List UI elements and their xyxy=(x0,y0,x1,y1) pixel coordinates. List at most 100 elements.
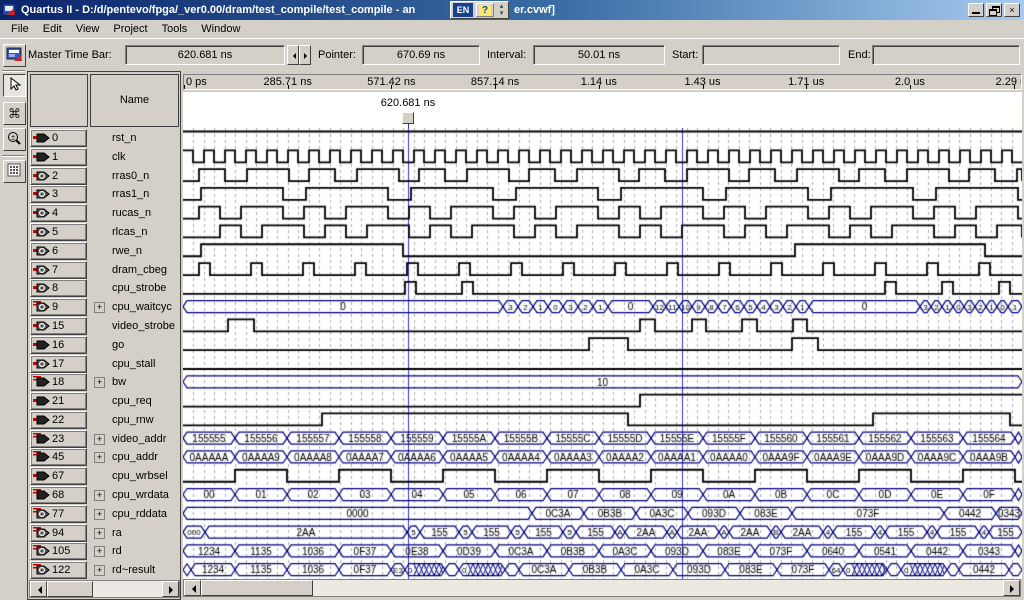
expand-icon[interactable]: + xyxy=(94,377,105,388)
signal-number: 23 xyxy=(52,433,64,445)
waveform-hscrollbar[interactable] xyxy=(183,579,1021,597)
expand-icon[interactable]: + xyxy=(94,490,105,501)
signal-row-rd[interactable]: 105+rd xyxy=(28,542,180,561)
signal-number: 21 xyxy=(52,395,64,407)
expand-icon[interactable]: + xyxy=(94,565,105,576)
expand-icon[interactable]: + xyxy=(94,546,105,557)
signal-row-video_addr[interactable]: 23+video_addr xyxy=(28,430,180,449)
master-time-spin-right-icon[interactable] xyxy=(299,45,311,65)
signal-row-cpu_waitcyc[interactable]: 9+cpu_waitcyc xyxy=(28,298,180,317)
signal-row-rucas_n[interactable]: 4rucas_n xyxy=(28,204,180,223)
signal-row-cpu_strobe[interactable]: 8cpu_strobe xyxy=(28,279,180,298)
signal-badge[interactable]: 67 xyxy=(30,467,87,485)
expand-icon[interactable]: + xyxy=(94,302,105,313)
signal-row-cpu_rddata[interactable]: 77+cpu_rddata xyxy=(28,505,180,524)
signal-row-rras1_n[interactable]: 3rras1_n xyxy=(28,185,180,204)
scroll-left-icon[interactable] xyxy=(184,580,201,596)
name-panel-hscrollbar[interactable] xyxy=(29,580,180,598)
grid-tool-button[interactable] xyxy=(3,160,26,183)
signal-row-rras0_n[interactable]: 2rras0_n xyxy=(28,167,180,186)
signal-badge[interactable]: 7 xyxy=(30,261,87,279)
expand-icon[interactable]: + xyxy=(94,509,105,520)
signal-badge[interactable]: 8 xyxy=(30,279,87,297)
master-time-marker-handle[interactable] xyxy=(402,112,414,124)
expand-icon[interactable]: + xyxy=(94,434,105,445)
signal-row-cpu_wrbsel[interactable]: 67cpu_wrbsel xyxy=(28,467,180,486)
signal-badge[interactable]: 3 xyxy=(30,185,87,203)
signal-badge[interactable]: 1 xyxy=(30,148,87,166)
signal-badge[interactable]: 4 xyxy=(30,204,87,222)
edit-tool-button[interactable]: ⌘ xyxy=(3,102,26,125)
signal-row-cpu_req[interactable]: 21cpu_req xyxy=(28,392,180,411)
signal-badge[interactable]: 23 xyxy=(30,430,87,448)
output-pin-icon xyxy=(33,207,50,219)
signal-badge[interactable]: 21 xyxy=(30,392,87,410)
zoom-tool-button[interactable]: ± xyxy=(3,128,26,151)
signal-badge[interactable]: 2 xyxy=(30,167,87,185)
signal-row-rwe_n[interactable]: 6rwe_n xyxy=(28,242,180,261)
scroll-thumb[interactable] xyxy=(47,581,93,597)
signal-badge[interactable]: 45 xyxy=(30,448,87,466)
signal-badge[interactable]: 105 xyxy=(30,542,87,560)
scroll-thumb[interactable] xyxy=(201,580,313,596)
signal-row-go[interactable]: 16go xyxy=(28,336,180,355)
signal-badge[interactable]: 94 xyxy=(30,524,87,542)
close-button[interactable]: × xyxy=(1004,3,1020,17)
menu-edit[interactable]: Edit xyxy=(36,21,69,37)
waveform-canvas[interactable] xyxy=(183,128,1022,579)
signal-row-cpu_rnw[interactable]: 22cpu_rnw xyxy=(28,411,180,430)
signal-row-video_strobe[interactable]: 15video_strobe xyxy=(28,317,180,336)
menu-view[interactable]: View xyxy=(69,21,107,37)
menu-file[interactable]: File xyxy=(4,21,36,37)
master-time-bar-field[interactable]: 620.681 ns xyxy=(125,45,285,65)
menu-project[interactable]: Project xyxy=(106,21,154,37)
output-pin-icon xyxy=(33,545,50,557)
signal-row-cpu_wrdata[interactable]: 68+cpu_wrdata xyxy=(28,486,180,505)
menu-window[interactable]: Window xyxy=(194,21,247,37)
start-field[interactable] xyxy=(702,45,840,65)
signal-badge[interactable]: 22 xyxy=(30,411,87,429)
signal-number: 7 xyxy=(52,264,58,276)
signal-badge[interactable]: 122 xyxy=(30,561,87,579)
signal-row-dram_cbeg[interactable]: 7dram_cbeg xyxy=(28,261,180,280)
langbar-grip[interactable]: ▴▾ xyxy=(497,3,506,17)
scroll-right-icon[interactable] xyxy=(162,581,179,597)
scroll-left-icon[interactable] xyxy=(30,581,47,597)
waveform-editor-button[interactable] xyxy=(3,44,26,67)
menu-tools[interactable]: Tools xyxy=(155,21,195,37)
signal-badge[interactable]: 18 xyxy=(30,373,87,391)
waveform-panel: 0 ps285.71 ns571.42 ns857.14 ns1.14 us1.… xyxy=(182,71,1024,600)
language-indicator[interactable]: EN xyxy=(453,3,473,17)
signal-row-cpu_stall[interactable]: 17cpu_stall xyxy=(28,355,180,374)
scroll-right-icon[interactable] xyxy=(1003,580,1020,596)
signal-badge[interactable]: 15 xyxy=(30,317,87,335)
end-field[interactable] xyxy=(872,45,1020,65)
selection-tool-button[interactable] xyxy=(3,74,26,97)
signal-row-clk[interactable]: 1clk xyxy=(28,148,180,167)
restore-button[interactable] xyxy=(986,3,1002,17)
signal-badge[interactable]: 0 xyxy=(30,129,87,147)
master-time-spin-left-icon[interactable] xyxy=(287,45,299,65)
minimize-button[interactable] xyxy=(968,3,984,17)
signal-row-rd~result[interactable]: 122+rd~result xyxy=(28,561,180,580)
signal-row-rlcas_n[interactable]: 5rlcas_n xyxy=(28,223,180,242)
master-time-marker-strip[interactable]: 620.681 ns xyxy=(183,92,1022,128)
master-time-marker-label: 620.681 ns xyxy=(348,97,468,109)
signal-number: 15 xyxy=(52,320,64,332)
signal-badge[interactable]: 77 xyxy=(30,505,87,523)
signal-badge[interactable]: 5 xyxy=(30,223,87,241)
expand-icon[interactable]: + xyxy=(94,452,105,463)
window-title-fragment: er.cvwf] xyxy=(514,0,555,20)
expand-icon[interactable]: + xyxy=(94,528,105,539)
signal-row-cpu_addr[interactable]: 45+cpu_addr xyxy=(28,448,180,467)
signal-badge[interactable]: 17 xyxy=(30,355,87,373)
timeline-ruler[interactable]: 0 ps285.71 ns571.42 ns857.14 ns1.14 us1.… xyxy=(183,74,1022,90)
signal-badge[interactable]: 68 xyxy=(30,486,87,504)
signal-row-bw[interactable]: 18+bw xyxy=(28,373,180,392)
signal-badge[interactable]: 6 xyxy=(30,242,87,260)
language-help-button[interactable]: ? xyxy=(476,3,494,17)
signal-badge[interactable]: 16 xyxy=(30,336,87,354)
signal-badge[interactable]: 9 xyxy=(30,298,87,316)
signal-row-rst_n[interactable]: 0rst_n xyxy=(28,129,180,148)
signal-row-ra[interactable]: 94+ra xyxy=(28,524,180,543)
